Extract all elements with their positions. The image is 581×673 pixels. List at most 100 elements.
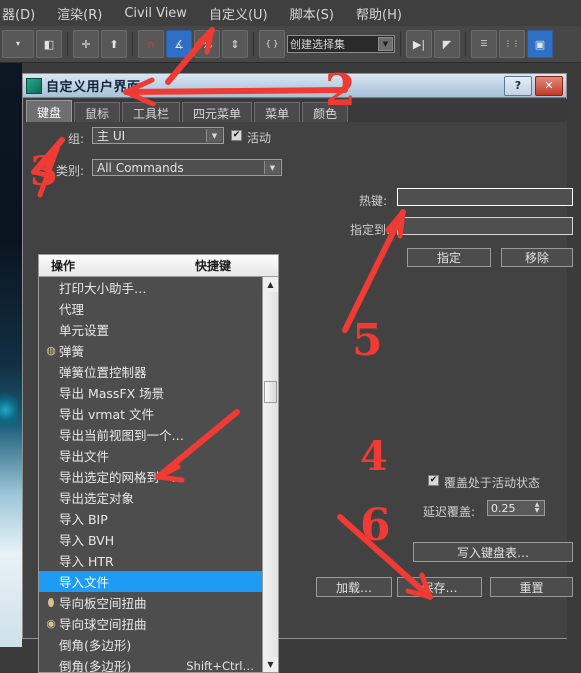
dialog-title-bar[interactable]: 自定义用户界面 ? ✕ xyxy=(23,74,566,98)
customize-user-interface-dialog: 自定义用户界面 ? ✕ 键盘 鼠标 工具栏 四元菜单 菜单 颜色 组: 主 UI… xyxy=(22,73,573,673)
command-icon: ◍ xyxy=(46,344,56,357)
mirror-button[interactable]: ◧ xyxy=(36,30,62,58)
app-icon xyxy=(26,77,42,94)
remove-button[interactable]: 移除 xyxy=(501,248,573,267)
command-list-scrollbar[interactable]: ▲ ▼ xyxy=(262,277,278,672)
category-combo[interactable]: All Commands ▼ xyxy=(92,159,282,176)
snap-toggle-button[interactable]: ∩ xyxy=(138,30,164,58)
list-item[interactable]: 导出选定的网格到一… xyxy=(39,466,262,487)
menu-item-scripting[interactable]: 脚本(S) xyxy=(279,1,345,26)
scroll-up-icon[interactable]: ▲ xyxy=(263,277,278,292)
chevron-down-icon: ▾ xyxy=(15,39,20,48)
list-item[interactable]: 倒角(多边形) xyxy=(39,634,262,655)
list-item[interactable]: 导出选定对象 xyxy=(39,487,262,508)
command-name: 打印大小助手… xyxy=(59,281,147,296)
command-name: 导出 vrmat 文件 xyxy=(59,407,155,422)
command-list-header: 操作 快捷键 xyxy=(39,255,278,277)
chevron-down-icon[interactable]: ▼ xyxy=(264,161,280,174)
toolbar-separator xyxy=(67,32,68,56)
assigned-to-label: 指定到: xyxy=(350,223,391,237)
mirror-icon: ◧ xyxy=(43,37,55,51)
list-item[interactable]: ⬮ 导向板空间扭曲 xyxy=(39,592,262,613)
command-name: 导出 MassFX 场景 xyxy=(59,386,165,401)
tab-menus[interactable]: 菜单 xyxy=(254,102,301,123)
chevron-down-icon[interactable]: ▼ xyxy=(206,129,222,142)
tab-keyboard[interactable]: 键盘 xyxy=(26,100,73,123)
dialog-body: 组: 主 UI ▼ ✔ 活动 类别: All Commands ▼ 操作 快捷键… xyxy=(24,122,573,673)
command-name: 导出当前视图到一个… xyxy=(59,428,185,443)
command-icon: ⬮ xyxy=(47,596,55,609)
layer-manager-button[interactable]: ⬆ xyxy=(101,30,127,58)
reset-button[interactable]: 重置 xyxy=(490,577,573,597)
spinner-snap-button[interactable]: ⇕ xyxy=(222,30,248,58)
menu-item-modifiers[interactable]: 器(D) xyxy=(0,1,46,26)
active-checkbox-label: 活动 xyxy=(247,131,272,145)
align-button[interactable]: ✛ xyxy=(73,30,99,58)
command-list[interactable]: 操作 快捷键 打印大小助手… 代理 单元设置 ◍ 弹簧 弹簧位置控制器导出 MassFX … xyxy=(38,254,279,673)
tab-quad-menus[interactable]: 四元菜单 xyxy=(182,102,253,123)
menu-item-civil-view[interactable]: Civil View xyxy=(113,3,198,24)
list-item[interactable]: 导出 vrmat 文件 xyxy=(39,403,262,424)
category-value: All Commands xyxy=(97,160,184,175)
scrollbar-thumb[interactable] xyxy=(264,381,277,403)
list-item[interactable]: 导入 BIP xyxy=(39,508,262,529)
tab-mouse[interactable]: 鼠标 xyxy=(74,102,121,123)
mirror-tool-button[interactable]: ▶| xyxy=(406,30,432,58)
list-item[interactable]: 代理 xyxy=(39,298,262,319)
override-active-label: 覆盖处于活动状态 xyxy=(444,476,541,490)
delay-override-spinner[interactable]: 0.25 ▲ ▼ xyxy=(487,500,545,516)
layer-explorer-button[interactable]: ☰ xyxy=(471,30,497,58)
percent-snap-button[interactable]: % xyxy=(194,30,220,58)
chevron-down-icon[interactable]: ▼ xyxy=(378,37,393,51)
material-editor-icon: ▣ xyxy=(534,37,546,51)
tab-toolbars[interactable]: 工具栏 xyxy=(122,102,181,123)
command-icon: ◉ xyxy=(46,617,56,630)
selection-set-value: 创建选择集 xyxy=(290,38,345,51)
close-button[interactable]: ✕ xyxy=(535,75,563,96)
load-button[interactable]: 加载… xyxy=(316,577,392,597)
list-item[interactable]: 单元设置 xyxy=(39,319,262,340)
menu-bar: 器(D) 渲染(R) Civil View 自定义(U) 脚本(S) 帮助(H) xyxy=(0,0,581,27)
override-active-checkbox[interactable]: ✔ xyxy=(428,475,439,486)
list-item[interactable]: 导入 HTR xyxy=(39,550,262,571)
save-button[interactable]: 保存… xyxy=(397,577,482,597)
align-tool-button[interactable]: ◤ xyxy=(434,30,460,58)
scroll-down-icon[interactable]: ▼ xyxy=(263,657,278,672)
layer-up-icon: ⬆ xyxy=(109,37,119,51)
selection-set-combo[interactable]: 创建选择集 ▼ xyxy=(287,35,395,53)
hotkey-input[interactable] xyxy=(397,188,573,206)
menu-item-render[interactable]: 渲染(R) xyxy=(46,1,113,26)
dropdown-arrow-button[interactable]: ▾ xyxy=(2,30,34,58)
assign-button[interactable]: 指定 xyxy=(407,248,491,267)
spinner-icon: ⇕ xyxy=(230,37,240,51)
command-name: 导出选定的网格到一… xyxy=(59,470,185,485)
angle-snap-button[interactable]: ∡ xyxy=(166,30,192,58)
help-button[interactable]: ? xyxy=(504,75,532,96)
list-item[interactable]: 导出 MassFX 场景 xyxy=(39,382,262,403)
toolbar-separator xyxy=(132,32,133,56)
group-combo[interactable]: 主 UI ▼ xyxy=(92,127,224,144)
list-item[interactable]: 导入 BVH xyxy=(39,529,262,550)
curve-editor-button[interactable]: ⋮⋮ xyxy=(499,30,525,58)
active-checkbox[interactable]: ✔ xyxy=(231,130,242,141)
command-list-rows[interactable]: 打印大小助手… 代理 单元设置 ◍ 弹簧 弹簧位置控制器导出 MassFX 场景 导出 vr… xyxy=(39,277,262,672)
list-item[interactable]: 导入文件 xyxy=(39,571,262,592)
assigned-to-input[interactable] xyxy=(397,217,573,235)
list-item[interactable]: ◉ 导向球空间扭曲 xyxy=(39,613,262,634)
write-keyboard-chart-button[interactable]: 写入键盘表… xyxy=(413,542,573,562)
material-editor-button[interactable]: ▣ xyxy=(527,30,553,58)
group-value: 主 UI xyxy=(97,129,126,143)
list-item[interactable]: 打印大小助手… xyxy=(39,277,262,298)
menu-item-customize[interactable]: 自定义(U) xyxy=(198,1,279,26)
list-item[interactable]: 弹簧位置控制器 xyxy=(39,361,262,382)
command-shortcut: Shift+Ctrl… xyxy=(186,658,254,673)
tab-colors[interactable]: 颜色 xyxy=(302,102,349,123)
menu-item-help[interactable]: 帮助(H) xyxy=(345,1,413,26)
list-item[interactable]: 倒角(多边形) Shift+Ctrl… xyxy=(39,655,262,673)
named-selection-button[interactable]: { } xyxy=(259,30,285,58)
list-item[interactable]: 导出当前视图到一个… xyxy=(39,424,262,445)
command-name: 导入 BVH xyxy=(59,533,115,548)
list-item[interactable]: 导出文件 xyxy=(39,445,262,466)
list-item[interactable]: ◍ 弹簧 xyxy=(39,340,262,361)
spinner-arrows-icon[interactable]: ▲ ▼ xyxy=(531,501,543,515)
